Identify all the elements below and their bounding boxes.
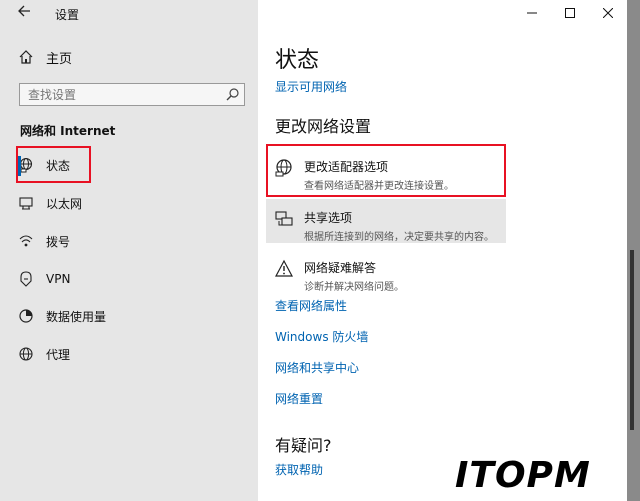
window-controls [513, 0, 627, 26]
sidebar: 设置 主页 网络和 Internet 状态 以太网 [0, 0, 258, 501]
sidebar-item-label: 数据使用量 [46, 309, 107, 324]
close-button[interactable] [589, 0, 627, 26]
setting-description: 诊断并解决网络问题。 [304, 282, 404, 293]
get-help-link[interactable]: 获取帮助 [275, 461, 323, 478]
watermark-logo: ITOPM [455, 455, 591, 496]
view-network-properties-link[interactable]: 查看网络属性 [275, 297, 347, 314]
section-title: 网络和 Internet [20, 124, 116, 138]
window-title: 设置 [55, 8, 80, 22]
setting-sharing-options[interactable]: 共享选项 根据所连接到的网络，决定要共享的内容。 [266, 199, 506, 243]
sidebar-item-dialup[interactable]: 拨号 [14, 225, 254, 257]
back-arrow-icon [18, 5, 30, 17]
home-label: 主页 [46, 51, 73, 67]
close-icon [603, 8, 613, 18]
sidebar-item-proxy[interactable]: 代理 [14, 338, 254, 370]
maximize-button[interactable] [551, 0, 589, 26]
warning-icon [275, 259, 293, 277]
background-scrollbar [630, 250, 634, 430]
sidebar-item-label: 代理 [46, 347, 71, 362]
dialup-icon [18, 233, 34, 249]
sidebar-item-data-usage[interactable]: 数据使用量 [14, 300, 254, 332]
highlight-box-status [16, 146, 91, 183]
setting-title: 共享选项 [304, 211, 353, 225]
setting-title: 网络疑难解答 [304, 261, 377, 275]
ethernet-icon [18, 195, 34, 211]
sidebar-item-ethernet[interactable]: 以太网 [14, 187, 254, 219]
vpn-icon [18, 271, 34, 287]
sidebar-item-label: 拨号 [46, 234, 71, 249]
sidebar-item-home[interactable]: 主页 [18, 46, 72, 68]
data-usage-icon [18, 308, 34, 324]
windows-firewall-link[interactable]: Windows 防火墙 [275, 328, 368, 345]
minimize-icon [527, 12, 537, 14]
sharing-icon [275, 211, 293, 226]
proxy-globe-icon [18, 346, 34, 362]
maximize-icon [565, 8, 575, 18]
setting-description: 根据所连接到的网络，决定要共享的内容。 [304, 232, 494, 243]
highlight-box-adapter [266, 144, 506, 197]
sidebar-item-label: VPN [46, 272, 71, 286]
setting-troubleshoot[interactable]: 网络疑难解答 诊断并解决网络问题。 [266, 249, 506, 293]
search-input[interactable] [20, 87, 220, 102]
search-icon[interactable] [226, 87, 240, 101]
network-sharing-center-link[interactable]: 网络和共享中心 [275, 359, 359, 376]
home-icon [19, 50, 33, 64]
sidebar-item-vpn[interactable]: VPN [14, 263, 254, 295]
page-title: 状态 [275, 48, 320, 73]
main-content: 状态 显示可用网络 更改网络设置 更改适配器选项 查看网络适配器并更改连接设置。… [258, 0, 627, 501]
change-settings-heading: 更改网络设置 [275, 117, 372, 136]
network-reset-link[interactable]: 网络重置 [275, 390, 323, 407]
settings-window: 设置 主页 网络和 Internet 状态 以太网 [0, 0, 627, 501]
back-button[interactable] [14, 4, 34, 22]
show-available-networks-link[interactable]: 显示可用网络 [275, 78, 347, 95]
help-heading: 有疑问? [275, 436, 332, 455]
minimize-button[interactable] [513, 0, 551, 26]
search-box[interactable] [19, 83, 245, 106]
sidebar-item-label: 以太网 [46, 196, 83, 211]
